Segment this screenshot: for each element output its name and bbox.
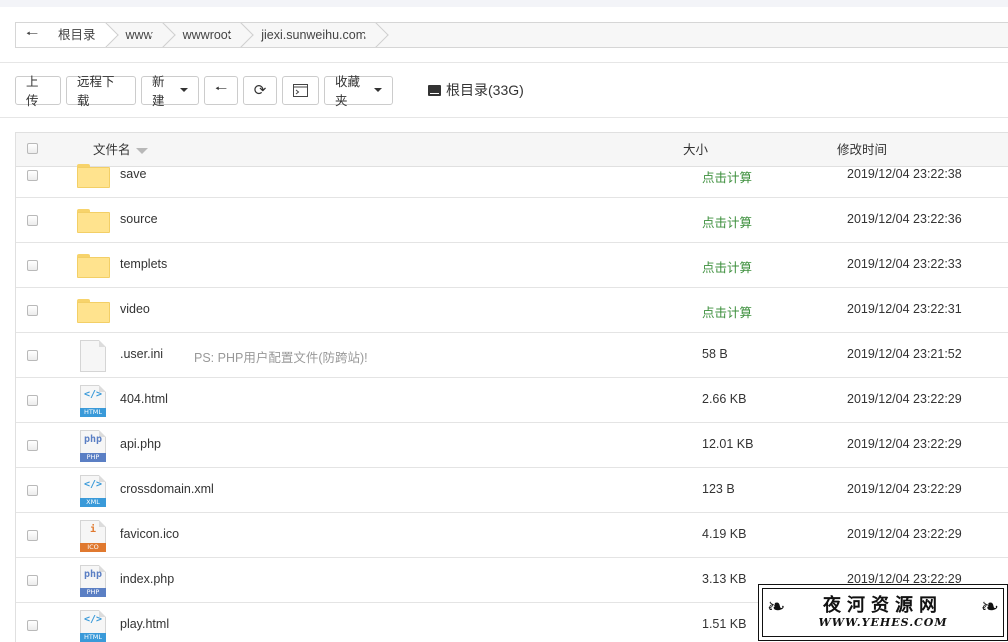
table-row[interactable]: video 点击计算 2019/12/04 23:22:31 <box>16 288 1008 333</box>
divider <box>0 62 1008 63</box>
file-mtime: 2019/12/04 23:22:29 <box>847 392 962 406</box>
back-button[interactable]: 🠐 <box>204 75 238 105</box>
breadcrumb-item-site[interactable]: jiexi.sunweihu.com <box>243 23 379 47</box>
file-size: 2.66 KB <box>702 392 747 406</box>
folder-icon <box>77 254 110 278</box>
file-size: 1.51 KB <box>702 617 747 631</box>
disk-label: 根目录(33G) <box>446 82 524 98</box>
table-row[interactable]: source 点击计算 2019/12/04 23:22:36 <box>16 198 1008 243</box>
breadcrumb-back-button[interactable]: 🠐 <box>16 23 49 47</box>
table-row[interactable]: .user.ini PS: PHP用户配置文件(防跨站)! 58 B 2019/12/… <box>16 333 1008 378</box>
file-mtime: 2019/12/04 23:22:31 <box>847 302 962 316</box>
row-checkbox[interactable] <box>27 260 38 271</box>
terminal-button[interactable] <box>282 75 319 105</box>
breadcrumb: 🠐 根目录 www wwwroot jiexi.sunweihu.com <box>15 22 1008 48</box>
row-checkbox[interactable] <box>27 170 38 181</box>
calculate-size-link[interactable]: 点击计算 <box>702 212 752 231</box>
terminal-icon <box>293 83 308 97</box>
row-checkbox[interactable] <box>27 575 38 586</box>
hdd-icon <box>428 84 441 96</box>
file-mtime: 2019/12/04 23:22:38 <box>847 167 962 181</box>
refresh-icon: ⟳ <box>253 82 267 99</box>
row-checkbox[interactable] <box>27 440 38 451</box>
remote-download-label: 远程下载 <box>77 75 115 108</box>
watermark-title: 夜河资源网 <box>823 595 943 616</box>
file-name[interactable]: index.php <box>120 572 174 586</box>
refresh-button[interactable]: ⟳ <box>243 75 277 105</box>
arrow-left-icon: 🠐 <box>25 25 39 41</box>
caret-down-icon <box>374 88 382 92</box>
row-checkbox[interactable] <box>27 215 38 226</box>
favorites-label: 收藏夹 <box>335 75 361 108</box>
file-note: PS: PHP用户配置文件(防跨站)! <box>194 351 368 365</box>
caret-down-icon <box>180 88 188 92</box>
file-size: 58 B <box>702 347 728 361</box>
file-name[interactable]: crossdomain.xml <box>120 482 214 496</box>
row-checkbox[interactable] <box>27 620 38 631</box>
row-checkbox[interactable] <box>27 530 38 541</box>
file-mtime: 2019/12/04 23:22:36 <box>847 212 962 226</box>
file-size: 4.19 KB <box>702 527 747 541</box>
favorites-dropdown-button[interactable]: 收藏夹 <box>324 75 393 108</box>
file-table: 文件名 大小 修改时间 save 点击计算 2019/12/04 23:22:38 s… <box>15 132 1008 642</box>
upload-button-label: 上传 <box>26 75 39 108</box>
folder-icon <box>77 299 110 323</box>
disk-indicator[interactable]: 根目录(33G) <box>428 80 524 100</box>
watermark-logo: ❧ ❧ 夜河资源网 WWW.YEHES.COM <box>758 584 1008 641</box>
file-name[interactable]: save <box>120 167 146 181</box>
calculate-size-link[interactable]: 点击计算 <box>702 167 752 186</box>
calculate-size-link[interactable]: 点击计算 <box>702 302 752 321</box>
table-row[interactable]: save 点击计算 2019/12/04 23:22:38 <box>16 153 1008 198</box>
new-dropdown-button[interactable]: 新建 <box>141 75 199 108</box>
file-mtime: 2019/12/04 23:21:52 <box>847 347 962 361</box>
file-mtime: 2019/12/04 23:22:29 <box>847 482 962 496</box>
file-name[interactable]: favicon.ico <box>120 527 179 541</box>
arrow-left-icon: 🠐 <box>214 80 228 96</box>
row-checkbox[interactable] <box>27 395 38 406</box>
upload-button[interactable]: 上传 <box>15 75 61 108</box>
table-row[interactable]: i ICO favicon.ico 4.19 KB 2019/12/04 23:22:2… <box>16 513 1008 558</box>
file-mtime: 2019/12/04 23:22:33 <box>847 257 962 271</box>
html-file-icon: </> HTML <box>80 385 106 417</box>
file-size: 123 B <box>702 482 735 496</box>
toolbar: 上传 远程下载 新建 🠐 ⟳ 收藏夹 根目录(33G) <box>15 75 524 108</box>
folder-icon <box>77 164 110 188</box>
remote-download-button[interactable]: 远程下载 <box>66 75 136 108</box>
new-label: 新建 <box>152 75 165 108</box>
php-file-icon: php PHP <box>80 430 106 462</box>
calculate-size-link[interactable]: 点击计算 <box>702 257 752 276</box>
table-row[interactable]: templets 点击计算 2019/12/04 23:22:33 <box>16 243 1008 288</box>
file-size: 12.01 KB <box>702 437 754 451</box>
file-name[interactable]: .user.ini <box>120 347 163 361</box>
table-row[interactable]: php PHP api.php 12.01 KB 2019/12/04 23:22:29 <box>16 423 1008 468</box>
folder-icon <box>77 209 110 233</box>
php-file-icon: php PHP <box>80 565 106 597</box>
file-name[interactable]: templets <box>120 257 167 271</box>
breadcrumb-item-root[interactable]: 根目录 <box>48 23 108 47</box>
row-checkbox[interactable] <box>27 350 38 361</box>
xml-file-icon: </> XML <box>80 475 106 507</box>
file-name[interactable]: play.html <box>120 617 169 631</box>
file-name[interactable]: 404.html <box>120 392 168 406</box>
table-row[interactable]: </> XML crossdomain.xml 123 B 2019/12/04 23:… <box>16 468 1008 513</box>
blank-file-icon <box>80 340 106 372</box>
top-strip <box>0 0 1008 7</box>
html-file-icon: </> HTML <box>80 610 106 642</box>
file-name[interactable]: source <box>120 212 158 226</box>
table-row[interactable]: </> HTML 404.html 2.66 KB 2019/12/04 23:22:2… <box>16 378 1008 423</box>
ico-file-icon: i ICO <box>80 520 106 552</box>
row-checkbox[interactable] <box>27 305 38 316</box>
file-mtime: 2019/12/04 23:22:29 <box>847 527 962 541</box>
file-name[interactable]: video <box>120 302 150 316</box>
file-size: 3.13 KB <box>702 572 747 586</box>
row-checkbox[interactable] <box>27 485 38 496</box>
watermark-url: WWW.YEHES.COM <box>818 616 948 629</box>
file-name[interactable]: api.php <box>120 437 161 451</box>
breadcrumb-item-wwwroot[interactable]: wwwroot <box>164 23 244 47</box>
file-mtime: 2019/12/04 23:22:29 <box>847 437 962 451</box>
divider <box>0 117 1008 118</box>
